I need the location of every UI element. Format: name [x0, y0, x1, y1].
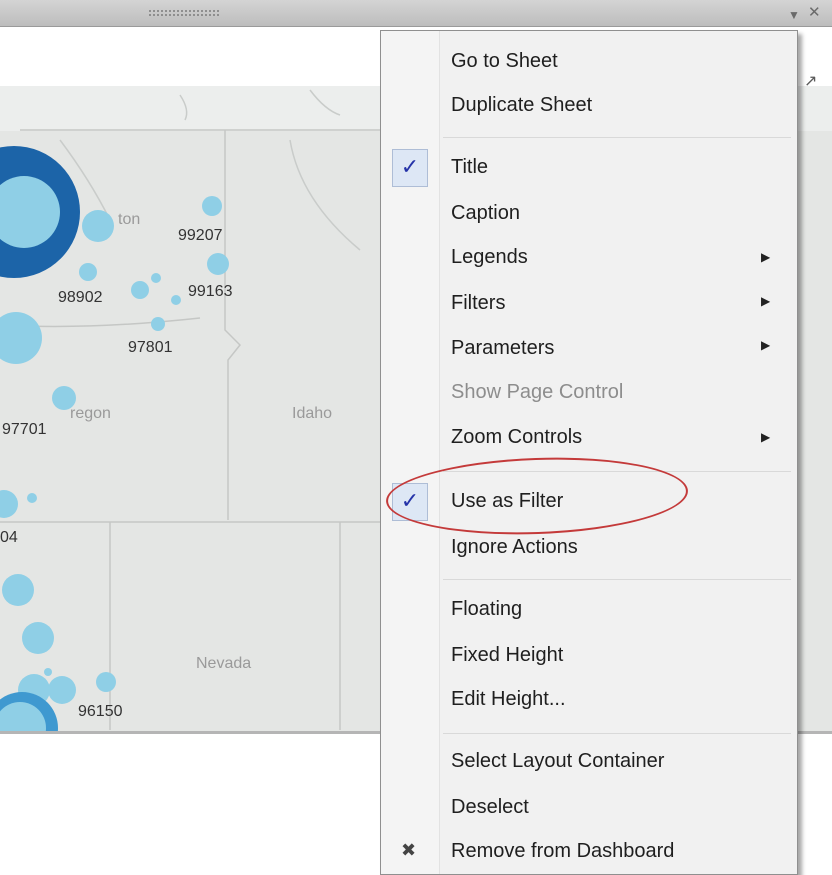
menu-item-floating[interactable]: Floating — [451, 595, 522, 623]
menu-item-ignore-actions[interactable]: Ignore Actions — [451, 533, 578, 561]
drag-grip-icon[interactable] — [148, 9, 220, 17]
menu-item-go-to-sheet[interactable]: Go to Sheet — [451, 47, 558, 75]
zip-label-97801: 97801 — [128, 339, 173, 356]
map-bubble[interactable] — [22, 622, 54, 654]
submenu-arrow-icon: ▶ — [761, 250, 771, 264]
use-as-filter-check-icon: ✓ — [392, 483, 428, 521]
map-bubble[interactable] — [151, 273, 161, 283]
menu-item-use-as-filter[interactable]: Use as Filter — [451, 487, 563, 515]
state-label-nevada: Nevada — [196, 655, 251, 672]
state-label-idaho: Idaho — [292, 405, 332, 422]
submenu-arrow-icon: ▶ — [761, 430, 771, 444]
menu-item-remove-from-dashboard[interactable]: Remove from Dashboard — [451, 837, 674, 865]
map-bubble[interactable] — [2, 574, 34, 606]
menu-item-deselect[interactable]: Deselect — [451, 793, 529, 821]
zone-close-icon[interactable]: ✕ — [808, 4, 821, 22]
title-check-icon: ✓ — [392, 149, 428, 187]
zip-label-96150: 96150 — [78, 703, 123, 720]
menu-separator — [443, 579, 791, 580]
menu-item-select-layout-container[interactable]: Select Layout Container — [451, 747, 664, 775]
zip-label-04: 04 — [0, 529, 18, 546]
map-bubble[interactable] — [82, 210, 114, 242]
state-label-oregon: regon — [70, 405, 111, 422]
menu-item-caption[interactable]: Caption — [451, 199, 520, 227]
zip-label-98902: 98902 — [58, 289, 103, 306]
menu-item-parameters[interactable]: Parameters — [451, 334, 554, 362]
map-bubble[interactable] — [151, 317, 165, 331]
map-bubble[interactable] — [207, 253, 229, 275]
menu-item-legends[interactable]: Legends — [451, 243, 528, 271]
menu-item-duplicate-sheet[interactable]: Duplicate Sheet — [451, 91, 592, 119]
remove-x-icon: ✖ — [401, 840, 417, 861]
state-label-washington: ton — [118, 211, 140, 228]
zip-label-99207: 99207 — [178, 227, 223, 244]
menu-separator — [443, 137, 791, 138]
map-bubble[interactable] — [202, 196, 222, 216]
menu-separator — [443, 733, 791, 734]
menu-item-title[interactable]: Title — [451, 153, 488, 181]
map-bubble[interactable] — [52, 386, 76, 410]
map-bubble[interactable] — [96, 672, 116, 692]
map-bubble[interactable] — [44, 668, 52, 676]
zone-menu-arrow-icon[interactable]: ▼ — [788, 6, 800, 24]
map-bubble[interactable] — [171, 295, 181, 305]
menu-item-zoom-controls[interactable]: Zoom Controls — [451, 423, 582, 451]
dashboard-zone-titlebar[interactable]: ▼ ✕ — [0, 0, 832, 27]
sheet-context-menu[interactable]: Go to Sheet Duplicate Sheet ✓ Title Capt… — [380, 30, 798, 875]
submenu-arrow-icon: ▶ — [761, 338, 771, 352]
menu-item-show-page-control: Show Page Control — [451, 381, 624, 403]
zip-label-99163: 99163 — [188, 283, 233, 300]
map-bubble[interactable] — [48, 676, 76, 704]
menu-item-filters[interactable]: Filters — [451, 289, 505, 317]
map-bubble[interactable] — [27, 493, 37, 503]
menu-item-fixed-height[interactable]: Fixed Height — [451, 641, 563, 669]
map-bubble[interactable] — [131, 281, 149, 299]
zip-label-97701: 97701 — [2, 421, 47, 438]
menu-item-edit-height[interactable]: Edit Height... — [451, 685, 566, 713]
menu-separator — [443, 471, 791, 472]
submenu-arrow-icon: ▶ — [761, 294, 771, 308]
map-bubble[interactable] — [79, 263, 97, 281]
